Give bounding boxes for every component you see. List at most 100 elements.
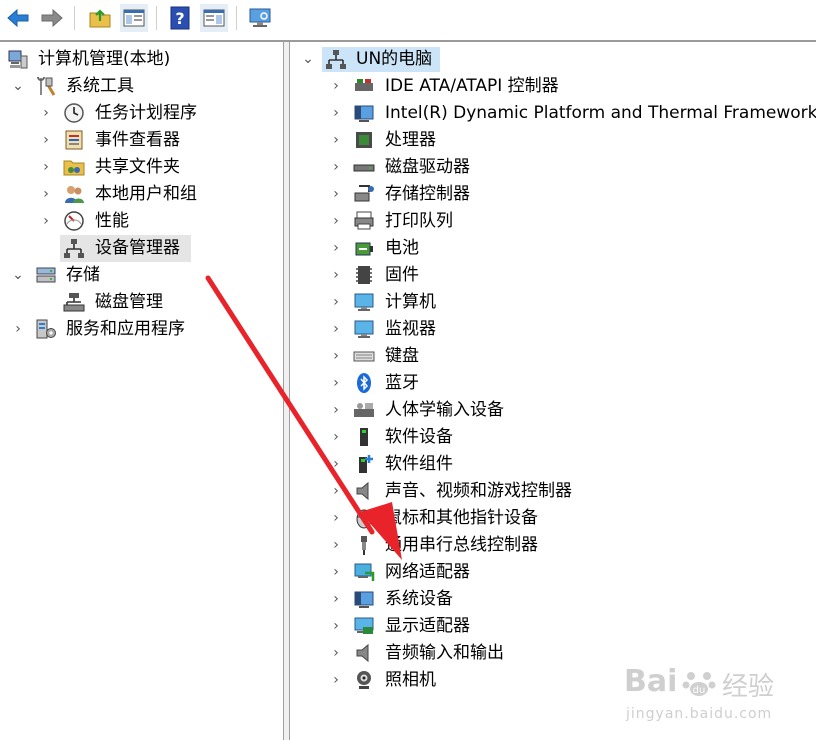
device-category-item[interactable]: › 存储控制器 <box>290 181 816 208</box>
device-category-item[interactable]: › Intel(R) Dynamic Platform and Thermal F… <box>290 100 816 127</box>
device-category-icon <box>355 79 373 91</box>
chevron-right-icon[interactable]: › <box>330 564 342 580</box>
chevron-right-icon[interactable]: › <box>330 132 342 148</box>
chevron-right-icon[interactable]: › <box>330 618 342 634</box>
tree-root-computer-management[interactable]: 计算机管理(本地) <box>0 46 283 73</box>
device-category-item[interactable]: › 固件 <box>290 262 816 289</box>
device-category-item[interactable]: › 处理器 <box>290 127 816 154</box>
tree-label: 监视器 <box>385 319 436 339</box>
tree-item-device-manager[interactable]: 设备管理器 <box>60 235 191 262</box>
tree-item-task-scheduler[interactable]: › 任务计划程序 <box>0 100 283 127</box>
chevron-right-icon[interactable]: › <box>330 402 342 418</box>
tree-item-shared-folders[interactable]: › 共享文件夹 <box>0 154 283 181</box>
device-category-item[interactable]: › 音频输入和输出 <box>290 640 816 667</box>
tree-label: 软件设备 <box>385 427 453 447</box>
chevron-right-icon[interactable]: › <box>330 294 342 310</box>
device-category-item[interactable]: › 软件设备 <box>290 424 816 451</box>
chevron-right-icon[interactable]: › <box>40 213 52 229</box>
chevron-right-icon[interactable]: › <box>330 240 342 256</box>
tree-item-disk-management[interactable]: 磁盘管理 <box>0 289 283 316</box>
chevron-right-icon[interactable]: › <box>40 159 52 175</box>
device-category-item[interactable]: › 蓝牙 <box>290 370 816 397</box>
chevron-right-icon[interactable]: › <box>40 132 52 148</box>
chevron-right-icon[interactable]: › <box>330 186 342 202</box>
tree-label: 系统工具 <box>66 76 134 96</box>
chevron-right-icon[interactable]: › <box>330 321 342 337</box>
toolbar-separator <box>156 6 157 30</box>
tree-label: 系统设备 <box>385 589 453 609</box>
chevron-right-icon[interactable]: › <box>330 456 342 472</box>
tree-label: 事件查看器 <box>95 130 180 150</box>
tree-label: 计算机 <box>385 292 436 312</box>
device-category-item[interactable]: › 监视器 <box>290 316 816 343</box>
chevron-right-icon[interactable]: › <box>330 348 342 364</box>
device-category-icon <box>356 132 372 148</box>
event-log-icon <box>65 130 83 150</box>
chevron-right-icon[interactable]: › <box>330 105 342 121</box>
device-category-item[interactable]: › 鼠标和其他指针设备 <box>290 505 816 532</box>
chevron-right-icon[interactable]: › <box>330 159 342 175</box>
device-category-icon <box>356 643 369 663</box>
device-category-item[interactable]: › 磁盘驱动器 <box>290 154 816 181</box>
chevron-right-icon[interactable]: › <box>12 321 24 337</box>
device-category-item[interactable]: › 通用串行总线控制器 <box>290 532 816 559</box>
tree-label: 照相机 <box>385 670 436 690</box>
chevron-right-icon[interactable]: › <box>330 510 342 526</box>
tree-label: 本地用户和组 <box>95 184 197 204</box>
disk-management-icon <box>63 293 85 312</box>
chevron-right-icon[interactable]: › <box>330 645 342 661</box>
help-button[interactable]: ? <box>166 4 194 32</box>
chevron-right-icon[interactable]: › <box>40 105 52 121</box>
chevron-right-icon[interactable]: › <box>330 537 342 553</box>
chevron-right-icon[interactable]: › <box>330 672 342 688</box>
back-button[interactable] <box>4 4 32 32</box>
tree-label: 固件 <box>385 265 419 285</box>
watermark-brand: Bai <box>624 664 678 699</box>
chevron-right-icon[interactable]: › <box>330 375 342 391</box>
device-category-item[interactable]: › 计算机 <box>290 289 816 316</box>
tree-label: 通用串行总线控制器 <box>385 535 538 555</box>
chevron-right-icon[interactable]: › <box>330 213 342 229</box>
up-folder-button[interactable] <box>86 4 114 32</box>
device-category-icon <box>354 211 374 230</box>
tree-item-services-applications[interactable]: › 服务和应用程序 <box>0 316 283 343</box>
device-tree-root[interactable]: ⌄ UN的电脑 <box>290 46 816 73</box>
tree-item-system-tools[interactable]: ⌄ 系统工具 <box>0 73 283 100</box>
tree-item-storage[interactable]: ⌄ 存储 <box>0 262 283 289</box>
device-category-item[interactable]: › 电池 <box>290 235 816 262</box>
device-category-icon <box>354 563 375 581</box>
show-action-pane-button[interactable] <box>200 4 228 32</box>
computer-network-icon <box>326 50 346 69</box>
device-category-item[interactable]: › 软件组件 <box>290 451 816 478</box>
chevron-down-icon[interactable]: ⌄ <box>12 78 24 94</box>
device-tree-pane: ⌄ UN的电脑 › IDE ATA/ATAPI 控制器 › Intel(R) Dyna… <box>290 42 816 740</box>
chevron-down-icon[interactable]: ⌄ <box>12 267 24 283</box>
show-hide-console-tree-button[interactable] <box>120 4 148 32</box>
tree-item-event-viewer[interactable]: › 事件查看器 <box>0 127 283 154</box>
performance-gauge-icon <box>64 211 84 231</box>
chevron-down-icon[interactable]: ⌄ <box>302 51 314 67</box>
forward-button[interactable] <box>38 4 66 32</box>
tree-item-local-users[interactable]: › 本地用户和组 <box>0 181 283 208</box>
chevron-right-icon[interactable]: › <box>330 591 342 607</box>
chevron-right-icon[interactable]: › <box>330 78 342 94</box>
chevron-right-icon[interactable]: › <box>330 483 342 499</box>
device-category-item[interactable]: › 键盘 <box>290 343 816 370</box>
device-category-icon <box>357 373 371 393</box>
help-icon: ? <box>170 6 190 30</box>
device-category-item[interactable]: › IDE ATA/ATAPI 控制器 <box>290 73 816 100</box>
device-category-item[interactable]: › 网络适配器 <box>290 559 816 586</box>
device-category-icon <box>360 428 368 446</box>
scan-hardware-button[interactable] <box>246 4 274 32</box>
baidu-watermark: Bai du 经验 jingyan.baidu.com <box>622 664 812 734</box>
chevron-right-icon[interactable]: › <box>330 429 342 445</box>
device-category-item[interactable]: › 声音、视频和游戏控制器 <box>290 478 816 505</box>
tree-item-performance[interactable]: › 性能 <box>0 208 283 235</box>
device-category-item[interactable]: › 人体学输入设备 <box>290 397 816 424</box>
device-category-item[interactable]: › 系统设备 <box>290 586 816 613</box>
shared-folder-icon <box>63 160 85 176</box>
device-category-item[interactable]: › 打印队列 <box>290 208 816 235</box>
device-category-item[interactable]: › 显示适配器 <box>290 613 816 640</box>
chevron-right-icon[interactable]: › <box>40 186 52 202</box>
chevron-right-icon[interactable]: › <box>330 267 342 283</box>
